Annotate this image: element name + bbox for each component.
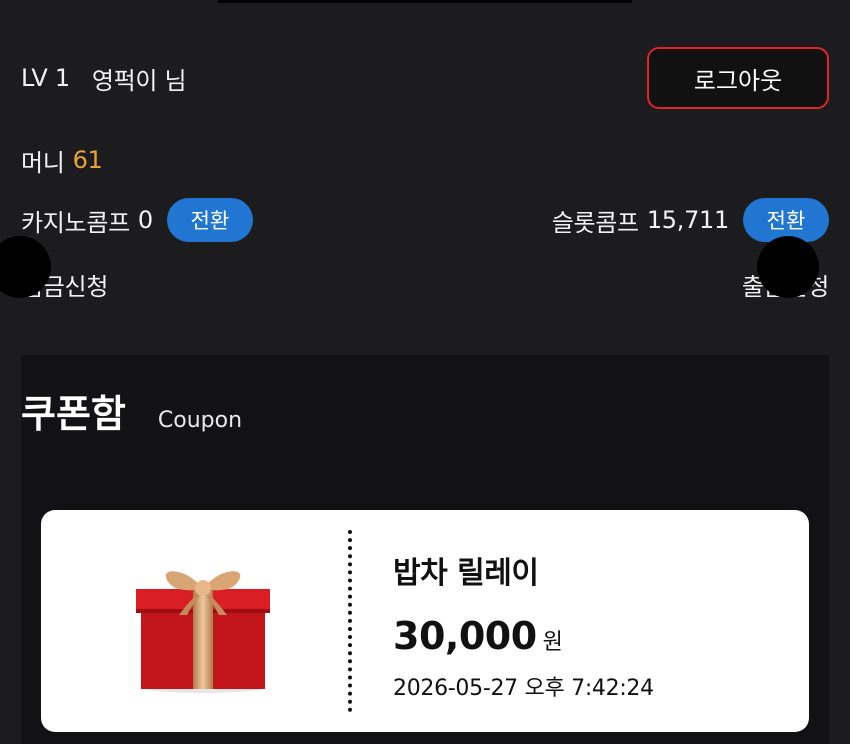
casino-comp: 카지노콤프 0 전환 (21, 198, 253, 242)
coupon-info: 밥차 릴레이 30,000 원 2026-05-27 오후 7:42:24 (393, 548, 654, 702)
casino-comp-label: 카지노콤프 (21, 208, 130, 237)
coupon-panel: 쿠폰함 Coupon 밥차 릴레이 30,000 원 2026-05-27 오후… (21, 355, 829, 744)
coupon-card[interactable]: 밥차 릴레이 30,000 원 2026-05-27 오후 7:42:24 (41, 510, 809, 732)
coupon-amount-value: 30,000 (393, 614, 537, 658)
user-row: LV 1 영퍽이 님 로그아웃 (21, 47, 829, 109)
user-name: 영퍽이 님 (91, 66, 187, 95)
user-info: LV 1 영퍽이 님 (21, 61, 187, 96)
user-level: LV 1 (21, 64, 70, 92)
coupon-header: 쿠폰함 Coupon (21, 383, 242, 438)
money-row: 머니 61 (21, 140, 829, 180)
casino-convert-button[interactable]: 전환 (166, 198, 253, 242)
comp-row: 카지노콤프 0 전환 슬롯콤프 15,711 전환 (21, 198, 829, 242)
coupon-name: 밥차 릴레이 (393, 556, 539, 591)
top-bar (218, 0, 632, 3)
casino-comp-value: 0 (137, 206, 153, 234)
coupon-subtitle: Coupon (157, 408, 243, 433)
coupon-title: 쿠폰함 (21, 392, 126, 436)
ticket-notch-right (757, 236, 819, 298)
ticket-divider (348, 530, 352, 712)
logout-button[interactable]: 로그아웃 (647, 47, 829, 109)
money-label: 머니 (21, 148, 65, 177)
slot-comp-label: 슬롯콤프 (551, 208, 639, 237)
bank-row: 입금신청 출금신청 (21, 264, 829, 304)
coupon-amount: 30,000 원 (393, 614, 654, 658)
money-value: 61 (72, 146, 103, 174)
gift-box-icon (136, 571, 270, 693)
coupon-date: 2026-05-27 오후 7:42:24 (393, 676, 654, 701)
slot-comp-value: 15,711 (646, 206, 729, 234)
coupon-amount-unit: 원 (542, 630, 563, 655)
